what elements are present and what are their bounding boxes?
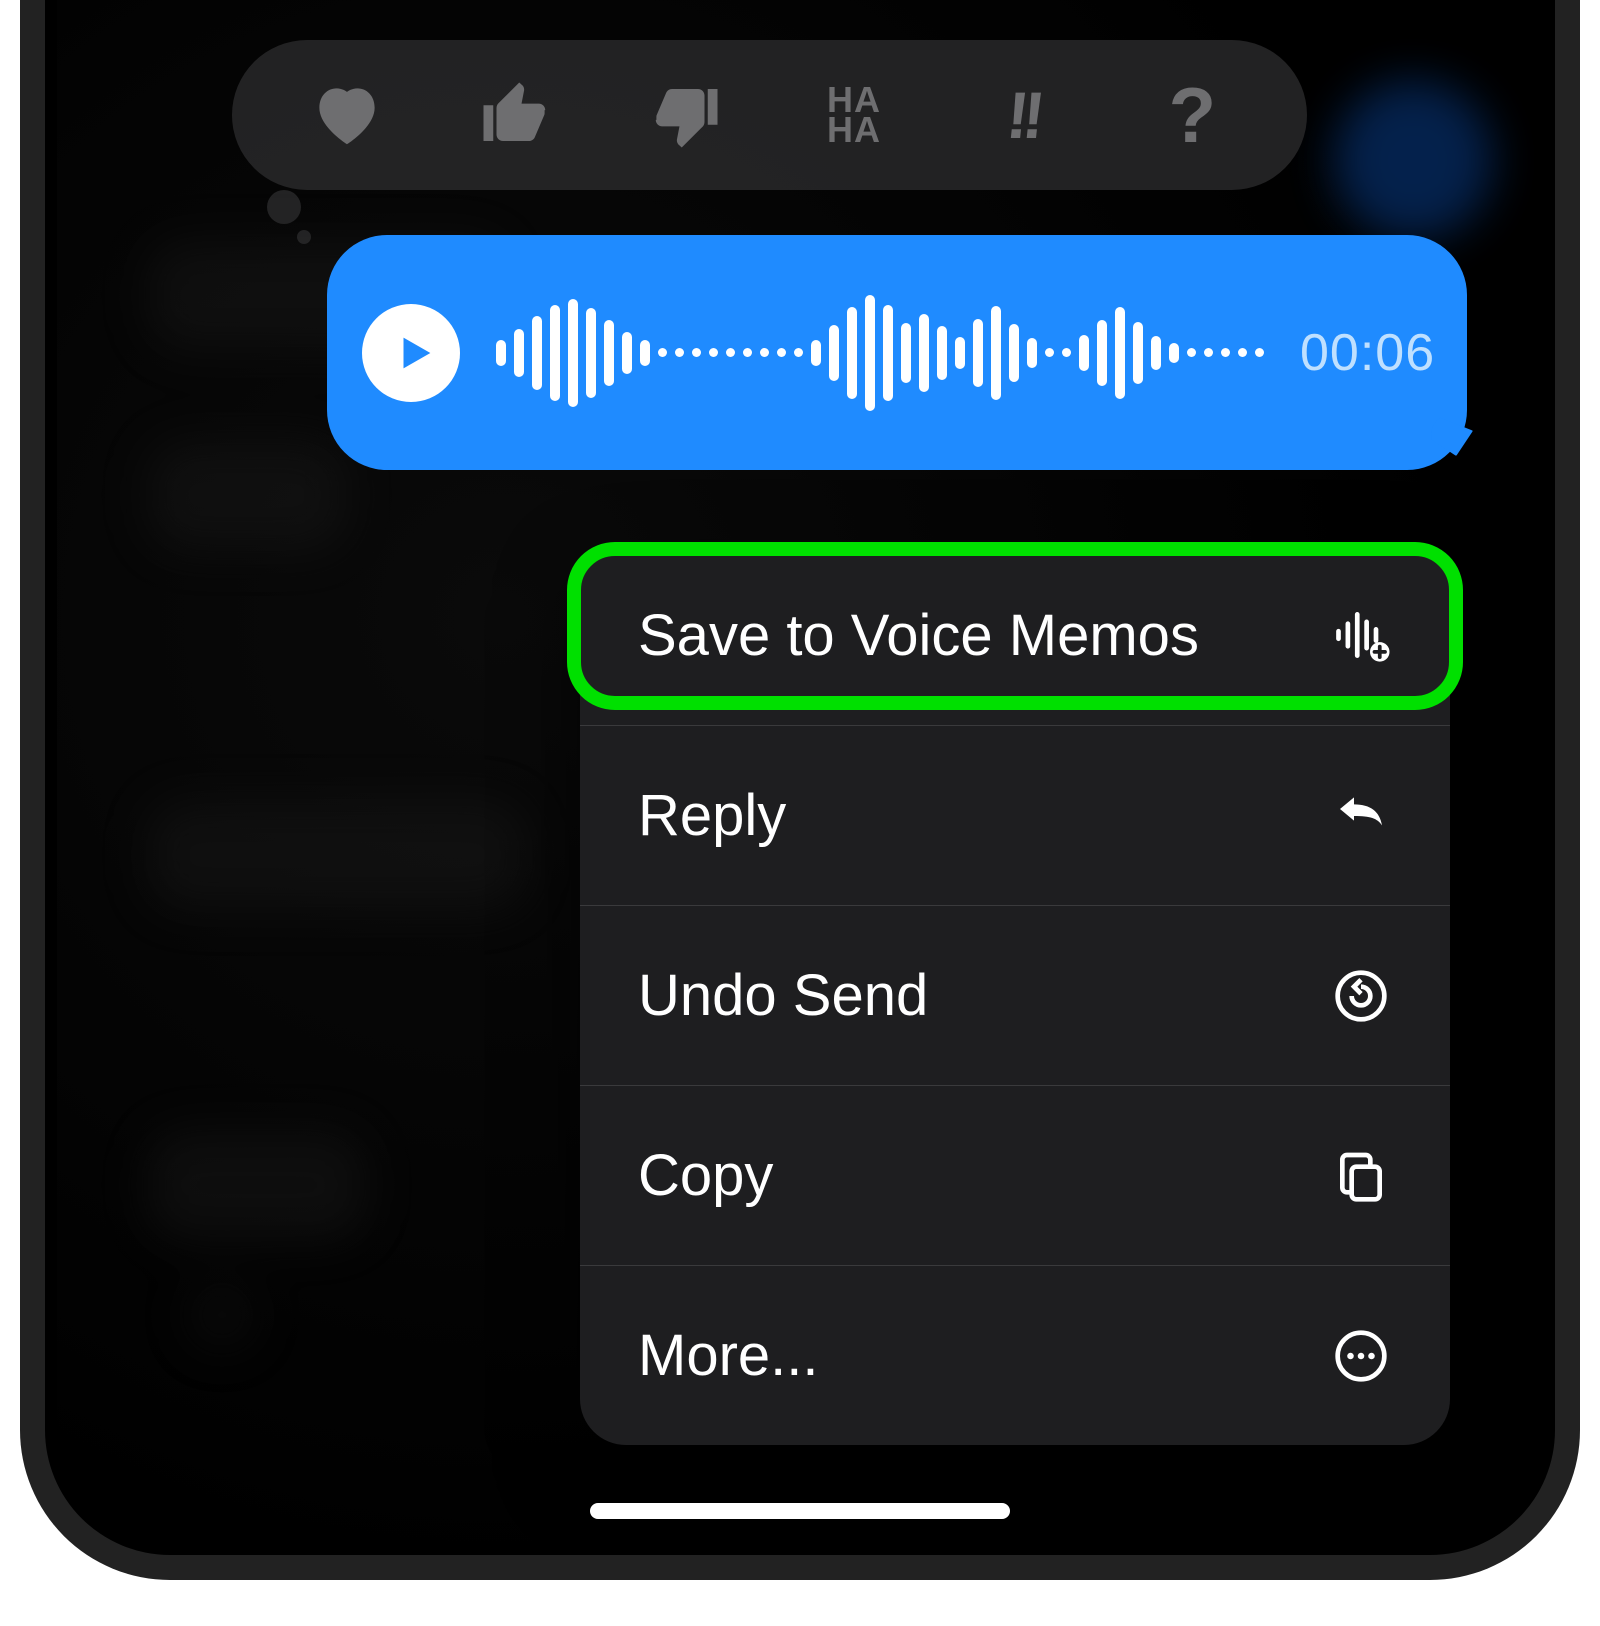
thumbs-up-icon [477, 76, 555, 154]
menu-item-undo-send[interactable]: Undo Send [580, 905, 1450, 1085]
tapback-thumbs-up[interactable] [471, 70, 561, 160]
copy-icon [1330, 1145, 1392, 1207]
audio-duration: 00:06 [1300, 323, 1435, 383]
tapback-bar: HA HA !! ? [232, 40, 1307, 190]
heart-icon [308, 76, 386, 154]
reply-arrow-icon [1330, 785, 1392, 847]
play-icon [392, 327, 438, 379]
haha-icon: HA HA [827, 85, 881, 144]
context-menu: Save to Voice Memos Reply [580, 545, 1450, 1445]
tapback-question[interactable]: ? [1147, 70, 1237, 160]
undo-icon [1330, 965, 1392, 1027]
phone-screen: HA HA !! ? [57, 0, 1543, 1543]
thumbs-down-icon [646, 76, 724, 154]
home-indicator[interactable] [590, 1503, 1010, 1519]
more-icon [1330, 1325, 1392, 1387]
exclaim-icon: !! [1003, 77, 1043, 153]
menu-item-label: Save to Voice Memos [638, 602, 1199, 669]
tapback-bar-tail [267, 190, 301, 224]
menu-item-label: Undo Send [638, 962, 928, 1029]
menu-item-copy[interactable]: Copy [580, 1085, 1450, 1265]
audio-waveform[interactable] [496, 293, 1264, 413]
menu-item-label: Copy [638, 1142, 773, 1209]
menu-item-more[interactable]: More... [580, 1265, 1450, 1445]
audio-message-bubble[interactable]: 00:06 [327, 235, 1467, 470]
menu-item-label: More... [638, 1322, 819, 1389]
tapback-haha[interactable]: HA HA [809, 70, 899, 160]
tapback-exclaim[interactable]: !! [978, 70, 1068, 160]
menu-item-save-voice-memos[interactable]: Save to Voice Memos [580, 545, 1450, 725]
waveform-plus-icon [1330, 604, 1392, 666]
phone-frame: HA HA !! ? [20, 0, 1580, 1580]
question-icon: ? [1169, 70, 1217, 161]
menu-item-reply[interactable]: Reply [580, 725, 1450, 905]
tapback-heart[interactable] [302, 70, 392, 160]
play-button[interactable] [362, 304, 460, 402]
tapback-bar-tail-dot [297, 230, 311, 244]
tapback-thumbs-down[interactable] [640, 70, 730, 160]
menu-item-label: Reply [638, 782, 786, 849]
